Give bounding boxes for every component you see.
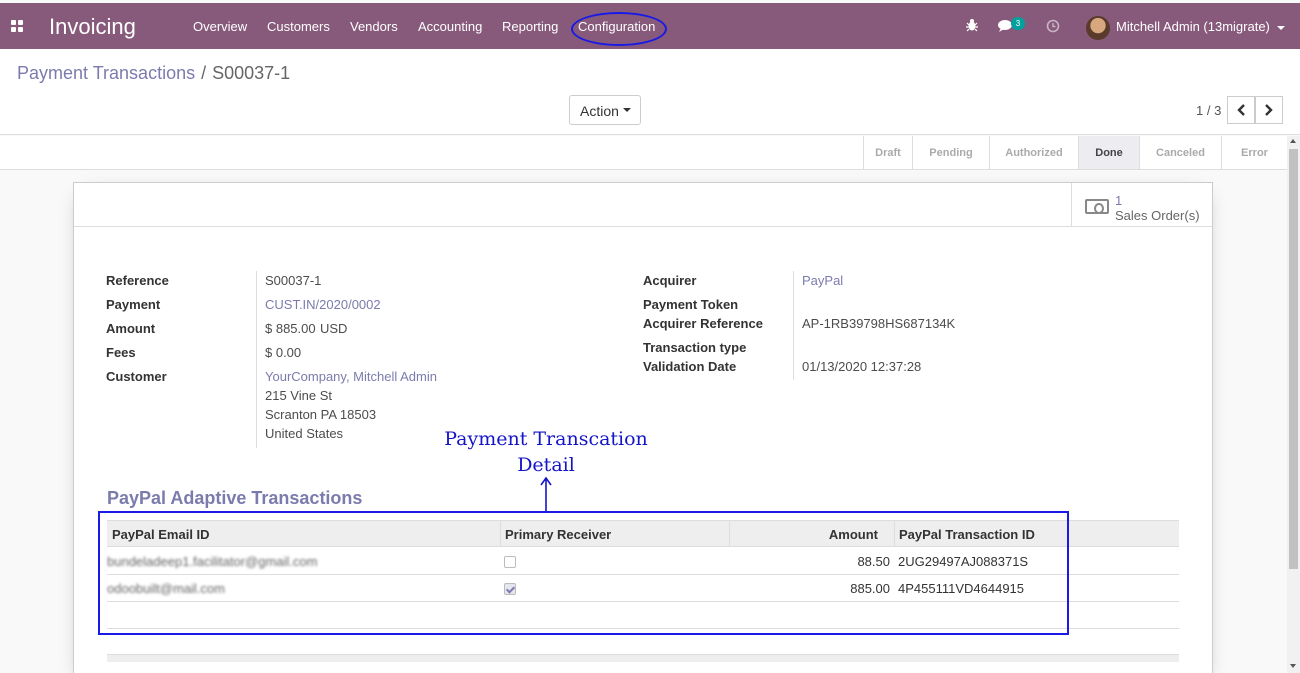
customer-address-city: Scranton PA 18503: [265, 407, 377, 422]
caret-down-icon: [623, 108, 631, 112]
apps-icon[interactable]: [11, 20, 24, 33]
sales-orders-smart-button[interactable]: 1 Sales Order(s): [1071, 183, 1212, 227]
sales-orders-count: 1: [1115, 193, 1123, 208]
validation-date-label: Validation Date: [643, 359, 737, 374]
fees-value: $ 0.00: [265, 345, 302, 360]
payment-label: Payment: [106, 297, 161, 312]
annotation-line1: Payment Transcation: [444, 428, 648, 450]
breadcrumb-parent[interactable]: Payment Transactions: [17, 63, 195, 83]
scroll-thumb[interactable]: [1289, 149, 1298, 569]
user-menu-name[interactable]: Mitchell Admin (13migrate): [1116, 19, 1270, 34]
status-step-draft[interactable]: Draft: [863, 136, 912, 169]
acquirer-reference-value: AP-1RB39798HS687134K: [802, 316, 956, 331]
configuration-highlight-oval: [571, 12, 667, 46]
clock-icon[interactable]: [1046, 19, 1060, 36]
menu-overview[interactable]: Overview: [193, 19, 247, 34]
customer-address-street: 215 Vine St: [265, 388, 332, 403]
pager-next-button[interactable]: [1255, 96, 1283, 124]
reference-value: S00037-1: [265, 273, 322, 288]
acquirer-reference-label: Acquirer Reference: [643, 316, 763, 331]
annotation-text: Payment Transcation Detail: [440, 426, 652, 478]
status-step-canceled[interactable]: Canceled: [1139, 136, 1221, 169]
messages-badge: 3: [1011, 17, 1025, 30]
field-divider-right: [793, 271, 794, 380]
money-icon: [1085, 199, 1109, 214]
status-step-authorized[interactable]: Authorized: [989, 136, 1078, 169]
customer-label: Customer: [106, 369, 167, 384]
chevron-down-icon[interactable]: [1277, 26, 1285, 30]
fees-label: Fees: [106, 345, 136, 360]
bug-icon[interactable]: [966, 18, 978, 35]
transaction-type-label: Transaction type: [643, 340, 747, 355]
validation-date-value: 01/13/2020 12:37:28: [802, 359, 922, 374]
chevron-left-icon: [1237, 104, 1245, 116]
customer-link[interactable]: YourCompany, Mitchell Admin: [265, 369, 437, 384]
menu-customers[interactable]: Customers: [267, 19, 330, 34]
top-navbar: Invoicing Overview Customers Vendors Acc…: [0, 3, 1300, 49]
reference-label: Reference: [106, 273, 169, 288]
sales-orders-label: Sales Order(s): [1115, 208, 1200, 223]
control-panel: Payment Transactions / S00037-1 Action 1 /…: [0, 49, 1300, 135]
menu-reporting[interactable]: Reporting: [502, 19, 558, 34]
annotation-line2: Detail: [517, 454, 575, 476]
field-divider-left: [256, 271, 257, 448]
vertical-scrollbar[interactable]: [1287, 136, 1300, 673]
menu-accounting[interactable]: Accounting: [418, 19, 482, 34]
action-button-label: Action: [580, 103, 619, 119]
currency-value: USD: [320, 321, 348, 336]
amount-value: $ 885.00: [265, 321, 316, 336]
transactions-highlight-box: [98, 511, 1069, 635]
breadcrumb-separator: /: [201, 63, 207, 83]
avatar[interactable]: [1086, 16, 1110, 40]
status-step-error[interactable]: Error: [1221, 136, 1287, 169]
menu-vendors[interactable]: Vendors: [350, 19, 398, 34]
notebook-bar: [107, 654, 1179, 662]
breadcrumb: Payment Transactions / S00037-1: [17, 63, 290, 84]
customer-address-country: United States: [265, 426, 344, 441]
pager-value[interactable]: 1 / 3: [1196, 103, 1221, 118]
pager-previous-button[interactable]: [1227, 96, 1255, 124]
acquirer-label: Acquirer: [643, 273, 697, 288]
action-button[interactable]: Action: [569, 95, 641, 125]
status-bar: Draft Pending Authorized Done Canceled E…: [0, 136, 1287, 170]
breadcrumb-current: S00037-1: [212, 63, 291, 83]
button-box: 1 Sales Order(s): [74, 183, 1212, 227]
section-title: PayPal Adaptive Transactions: [107, 488, 363, 508]
status-step-pending[interactable]: Pending: [912, 136, 989, 169]
amount-label: Amount: [106, 321, 156, 336]
app-title: Invoicing: [49, 14, 136, 39]
chevron-right-icon: [1265, 104, 1273, 116]
arrow-up-icon: [540, 476, 552, 511]
payment-token-label: Payment Token: [643, 297, 739, 312]
payment-link[interactable]: CUST.IN/2020/0002: [265, 297, 381, 312]
status-step-done[interactable]: Done: [1078, 136, 1139, 169]
scroll-up-icon[interactable]: [1290, 139, 1296, 143]
acquirer-link[interactable]: PayPal: [802, 273, 843, 288]
scroll-down-icon[interactable]: [1290, 664, 1296, 668]
